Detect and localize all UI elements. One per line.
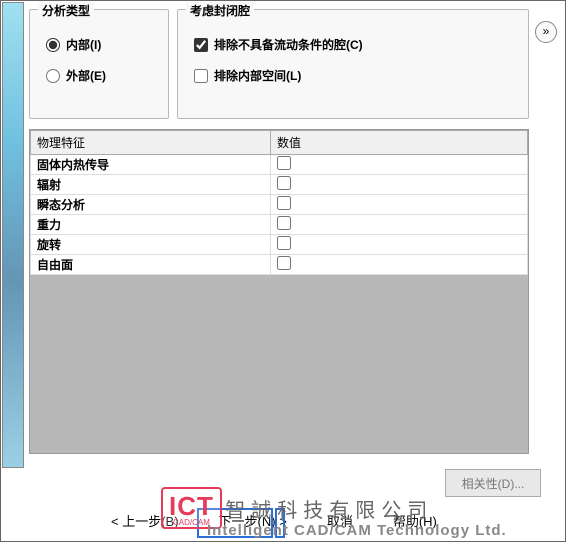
table-row[interactable]: 固体内热传导 bbox=[31, 155, 528, 175]
property-value-cell[interactable] bbox=[271, 155, 528, 175]
checkbox-exclude-no-flow[interactable] bbox=[194, 38, 208, 52]
property-checkbox[interactable] bbox=[277, 256, 291, 270]
left-preview-strip bbox=[2, 2, 24, 468]
property-name-cell: 瞬态分析 bbox=[31, 195, 271, 215]
radio-external[interactable] bbox=[46, 69, 60, 83]
property-value-cell[interactable] bbox=[271, 235, 528, 255]
table-row[interactable]: 重力 bbox=[31, 215, 528, 235]
exclude-no-flow-label: 排除不具备流动条件的腔(C) bbox=[214, 36, 363, 53]
property-value-cell[interactable] bbox=[271, 255, 528, 275]
col-header-property[interactable]: 物理特征 bbox=[31, 131, 271, 155]
help-button[interactable]: 帮助(H) bbox=[385, 507, 445, 534]
property-checkbox[interactable] bbox=[277, 216, 291, 230]
property-value-cell[interactable] bbox=[271, 175, 528, 195]
properties-table-container: 物理特征 数值 固体内热传导辐射瞬态分析重力旋转自由面 bbox=[29, 129, 529, 454]
property-checkbox[interactable] bbox=[277, 236, 291, 250]
property-name-cell: 自由面 bbox=[31, 255, 271, 275]
property-checkbox[interactable] bbox=[277, 196, 291, 210]
property-value-cell[interactable] bbox=[271, 215, 528, 235]
analysis-type-external[interactable]: 外部(E) bbox=[46, 67, 158, 84]
property-name-cell: 辐射 bbox=[31, 175, 271, 195]
property-value-cell[interactable] bbox=[271, 195, 528, 215]
main-content: 分析类型 内部(I) 外部(E) 考虑封闭腔 排除不具备流动条件的腔(C) bbox=[29, 9, 529, 467]
attributes-button[interactable]: 相关性(D)... bbox=[445, 469, 541, 497]
exclude-internal-space-row[interactable]: 排除内部空间(L) bbox=[194, 67, 518, 84]
expand-panel-button[interactable]: » bbox=[535, 21, 557, 43]
cancel-button[interactable]: 取消 bbox=[319, 507, 361, 534]
analysis-type-internal[interactable]: 内部(I) bbox=[46, 36, 158, 53]
checkbox-exclude-internal-space[interactable] bbox=[194, 69, 208, 83]
radio-internal-label: 内部(I) bbox=[66, 36, 101, 53]
analysis-type-group: 分析类型 内部(I) 外部(E) bbox=[29, 9, 169, 119]
properties-table: 物理特征 数值 固体内热传导辐射瞬态分析重力旋转自由面 bbox=[30, 130, 528, 275]
table-row[interactable]: 旋转 bbox=[31, 235, 528, 255]
table-row[interactable]: 辐射 bbox=[31, 175, 528, 195]
wizard-nav-bar: < 上一步(B) 下一步(N) > 取消 帮助(H) bbox=[39, 505, 557, 535]
exclude-internal-space-label: 排除内部空间(L) bbox=[214, 67, 301, 84]
cavity-legend: 考虑封闭腔 bbox=[186, 2, 254, 19]
radio-internal[interactable] bbox=[46, 38, 60, 52]
property-name-cell: 重力 bbox=[31, 215, 271, 235]
radio-external-label: 外部(E) bbox=[66, 67, 106, 84]
property-name-cell: 旋转 bbox=[31, 235, 271, 255]
property-checkbox[interactable] bbox=[277, 156, 291, 170]
exclude-no-flow-row[interactable]: 排除不具备流动条件的腔(C) bbox=[194, 36, 518, 53]
prev-button[interactable]: < 上一步(B) bbox=[103, 507, 187, 534]
cavity-group: 考虑封闭腔 排除不具备流动条件的腔(C) 排除内部空间(L) bbox=[177, 9, 529, 119]
col-header-value[interactable]: 数值 bbox=[271, 131, 528, 155]
table-row[interactable]: 瞬态分析 bbox=[31, 195, 528, 215]
next-button[interactable]: 下一步(N) > bbox=[211, 507, 295, 534]
property-name-cell: 固体内热传导 bbox=[31, 155, 271, 175]
analysis-type-legend: 分析类型 bbox=[38, 2, 94, 19]
property-checkbox[interactable] bbox=[277, 176, 291, 190]
table-row[interactable]: 自由面 bbox=[31, 255, 528, 275]
